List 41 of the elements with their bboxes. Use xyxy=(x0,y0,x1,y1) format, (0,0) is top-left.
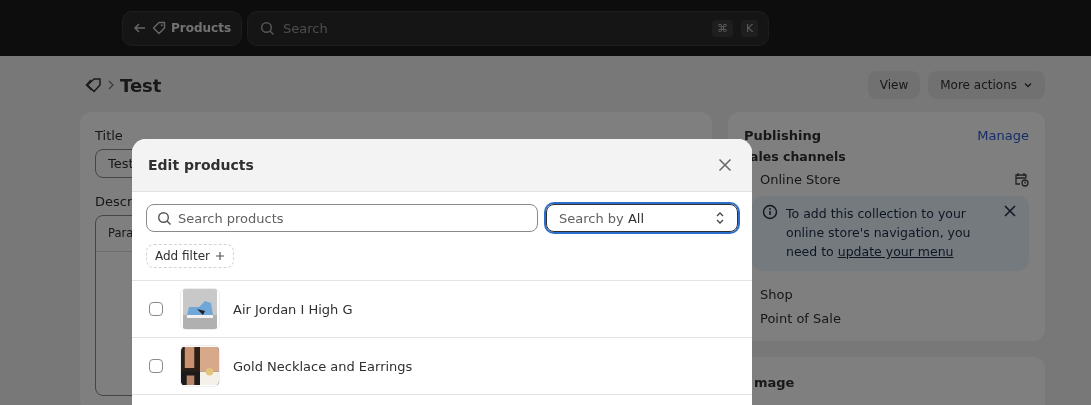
select-arrows-icon xyxy=(715,211,725,225)
channel-name: Shop xyxy=(760,286,793,302)
search-by-select[interactable]: Search by All xyxy=(546,204,738,232)
product-name: Gold Necklace and Earrings xyxy=(233,358,413,374)
field-label: Title xyxy=(95,128,124,143)
checkbox[interactable] xyxy=(149,359,163,373)
update-menu-link[interactable]: update your menu xyxy=(837,244,954,259)
search-icon xyxy=(157,210,172,226)
dialog-title: Edit products xyxy=(148,157,254,173)
view-button[interactable]: View xyxy=(867,71,921,99)
add-filter-button[interactable]: Add filter xyxy=(146,244,234,268)
tag-icon xyxy=(85,76,102,94)
product-row[interactable]: Gold Necklace and Earrings xyxy=(132,338,752,395)
back-button[interactable]: Products xyxy=(122,10,243,46)
product-row[interactable]: Air Jordan I High G xyxy=(132,281,752,338)
calendar-clock-icon[interactable] xyxy=(1013,171,1029,187)
channel-name: Online Store xyxy=(760,171,841,187)
manage-link[interactable]: Manage xyxy=(977,128,1029,143)
page-title: Test xyxy=(120,74,162,96)
banner-message: To add this collection to your online store's navigation, you need to update your menu xyxy=(786,205,972,261)
back-arrow-icon xyxy=(133,21,147,35)
tag-icon xyxy=(152,21,166,35)
search-icon xyxy=(260,20,276,36)
info-icon xyxy=(762,204,778,220)
channel-name: Point of Sale xyxy=(760,310,841,326)
close-icon[interactable] xyxy=(718,158,732,172)
card-title: Publishing xyxy=(744,128,821,143)
field-label: Descr xyxy=(95,194,134,210)
checkbox[interactable] xyxy=(149,302,163,316)
more-actions-button[interactable]: More actions xyxy=(928,71,1045,99)
shortcut-key: ⌘ xyxy=(711,19,733,37)
caret-icon xyxy=(1023,80,1033,90)
chevron-right-icon xyxy=(108,80,114,90)
format-dropdown[interactable]: Para xyxy=(108,226,134,241)
plus-icon xyxy=(214,251,225,261)
search-products-field[interactable]: Search products xyxy=(146,204,538,232)
card-title: mage xyxy=(754,375,795,390)
close-icon[interactable] xyxy=(1003,204,1017,218)
product-name: Air Jordan I High G xyxy=(233,301,353,317)
sales-channels-heading: ales channels xyxy=(749,149,847,164)
shortcut-key: K xyxy=(740,19,759,37)
